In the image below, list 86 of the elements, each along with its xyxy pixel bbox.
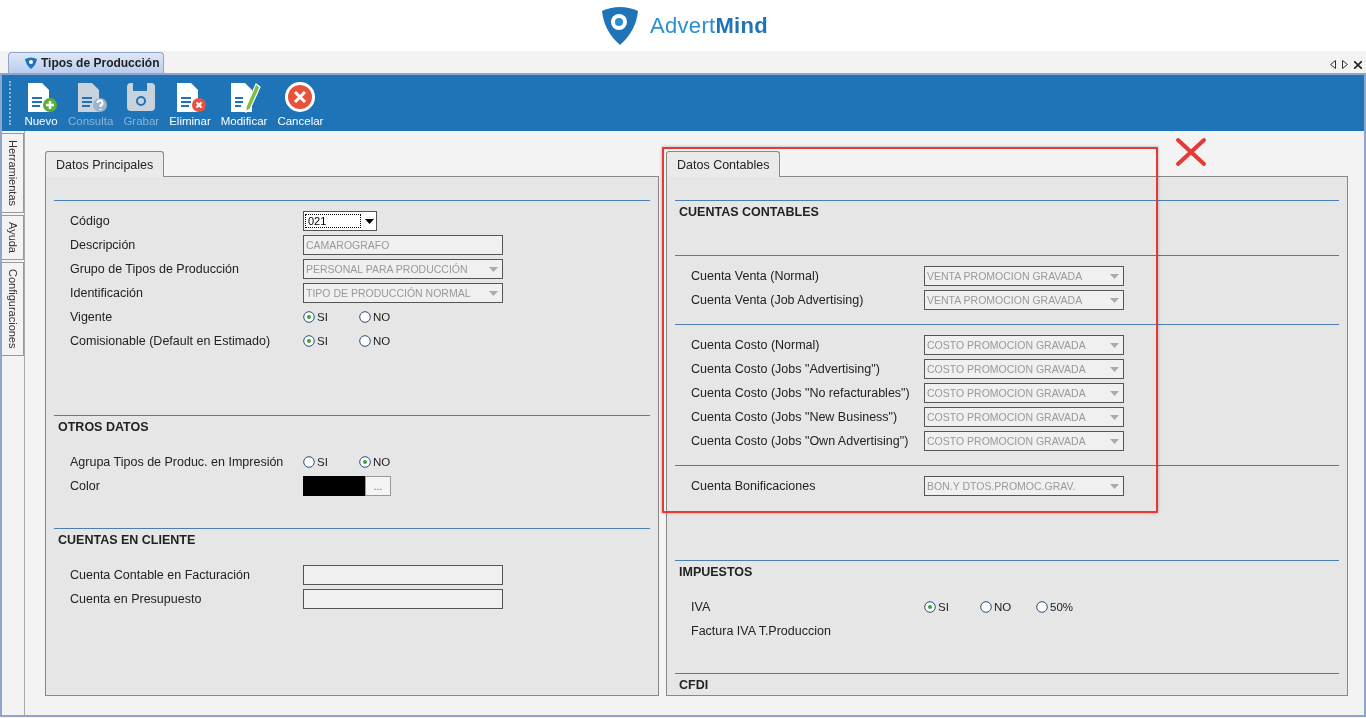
dropdown[interactable]: VENTA PROMOCION GRAVADA	[924, 290, 1124, 310]
toolbar-button[interactable]: Cancelar	[273, 77, 328, 129]
caret-icon	[1110, 366, 1119, 372]
dropdown[interactable]: VENTA PROMOCION GRAVADA	[924, 266, 1124, 286]
option-label: 50%	[1050, 601, 1074, 613]
app-icon	[25, 57, 37, 69]
caret-icon	[1110, 273, 1119, 279]
radio-button[interactable]	[359, 335, 371, 347]
caret-icon	[1110, 483, 1119, 489]
radio-button[interactable]	[924, 601, 936, 613]
option-label: NO	[373, 456, 391, 468]
caret-icon	[1110, 297, 1119, 303]
radio-button[interactable]	[303, 456, 315, 468]
option-label: SI	[317, 311, 328, 323]
color-picker-button[interactable]: ...	[365, 476, 391, 496]
option-label: NO	[994, 601, 1012, 613]
field-label: Cuenta Costo (Jobs "Own Advertising")	[691, 434, 910, 448]
text-field[interactable]	[303, 589, 503, 609]
toolbar-button[interactable]: Modificar	[216, 77, 272, 129]
text-field[interactable]	[303, 565, 503, 585]
radio-button[interactable]	[980, 601, 992, 613]
field-label: Factura IVA T.Produccion	[691, 624, 832, 638]
field-label: Vigente	[70, 310, 114, 324]
dropdown[interactable]: COSTO PROMOCION GRAVADA	[924, 359, 1124, 379]
field-label: Cuenta en Presupuesto	[70, 592, 203, 606]
caret-icon	[1110, 414, 1119, 420]
dropdown[interactable]: TIPO DE PRODUCCIÓN NORMAL	[303, 283, 503, 303]
field-label: Cuenta Costo (Jobs "New Business")	[691, 410, 899, 424]
cancel-icon	[283, 79, 318, 114]
scroll-left-icon[interactable]	[1330, 60, 1336, 69]
radio-button[interactable]	[1036, 601, 1048, 613]
field-label: Código	[70, 214, 111, 228]
section-title: CUENTAS CONTABLES	[678, 204, 820, 221]
dropdown[interactable]: COSTO PROMOCION GRAVADA	[924, 335, 1124, 355]
section-title: CFDI	[678, 677, 710, 694]
field-label: Cuenta Costo (Normal)	[691, 338, 821, 352]
panel-tab[interactable]: Datos Principales	[45, 151, 165, 177]
caret-icon	[1110, 342, 1119, 348]
logo-text: AdvertMind	[650, 12, 768, 39]
section-title: IMPUESTOS	[678, 564, 754, 581]
option-label: NO	[373, 311, 391, 323]
option-label: SI	[938, 601, 949, 613]
field-label: Cuenta Venta (Normal)	[691, 269, 820, 283]
field-label: Descripción	[70, 238, 137, 252]
section-title: OTROS DATOS	[57, 419, 150, 436]
dropdown[interactable]: COSTO PROMOCION GRAVADA	[924, 407, 1124, 427]
text-field[interactable]: CAMAROGRAFO	[303, 235, 503, 255]
dropdown[interactable]: COSTO PROMOCION GRAVADA	[924, 383, 1124, 403]
radio-button[interactable]	[359, 311, 371, 323]
caret-icon	[489, 266, 498, 272]
caret-icon	[1110, 390, 1119, 396]
option-label: SI	[317, 335, 328, 347]
field-label: IVA	[691, 600, 712, 614]
dropdown[interactable]: BON.Y DTOS.PROMOC.GRAV.	[924, 476, 1124, 496]
panel-tab[interactable]: Datos Contables	[666, 151, 781, 177]
toolbar-button[interactable]: Nuevo	[20, 77, 62, 129]
radio-button[interactable]	[303, 335, 315, 347]
side-tab[interactable]: Configuraciones	[2, 262, 24, 356]
field-label: Cuenta Venta (Job Advertising)	[691, 293, 865, 307]
dropdown[interactable]: PERSONAL PARA PRODUCCIÓN	[303, 259, 503, 279]
radio-button[interactable]	[303, 311, 315, 323]
caret-icon	[1110, 438, 1119, 444]
side-tab[interactable]: Herramientas	[2, 133, 24, 214]
radio-button[interactable]	[359, 456, 371, 468]
toolbar-button[interactable]: Eliminar	[165, 77, 215, 129]
scroll-right-icon[interactable]	[1342, 60, 1348, 69]
field-label: Comisionable (Default en Estimado)	[70, 334, 272, 348]
field-label: Cuenta Contable en Facturación	[70, 568, 251, 582]
field-label: Identificación	[70, 286, 144, 300]
field-label: Grupo de Tipos de Producción	[70, 262, 240, 276]
caret-icon	[489, 290, 498, 296]
option-label: NO	[373, 335, 391, 347]
code-dropdown[interactable]: 021	[303, 211, 377, 231]
field-label: Cuenta Bonificaciones	[691, 479, 817, 493]
document-tab[interactable]: Tipos de Producción	[8, 52, 165, 73]
field-label: Color	[70, 479, 101, 493]
field-label: Cuenta Costo (Jobs "Advertising")	[691, 362, 881, 376]
field-label: Cuenta Costo (Jobs "No refacturables")	[691, 386, 911, 400]
option-label: SI	[317, 456, 328, 468]
cross-icon	[1175, 137, 1207, 167]
close-icon[interactable]	[1354, 60, 1362, 69]
section-title: CUENTAS EN CLIENTE	[57, 532, 197, 549]
field-label: Agrupa Tipos de Produc. en Impresión	[70, 455, 285, 469]
side-tab[interactable]: Ayuda	[2, 215, 24, 261]
dropdown[interactable]: COSTO PROMOCION GRAVADA	[924, 431, 1124, 451]
caret-icon	[365, 218, 374, 224]
